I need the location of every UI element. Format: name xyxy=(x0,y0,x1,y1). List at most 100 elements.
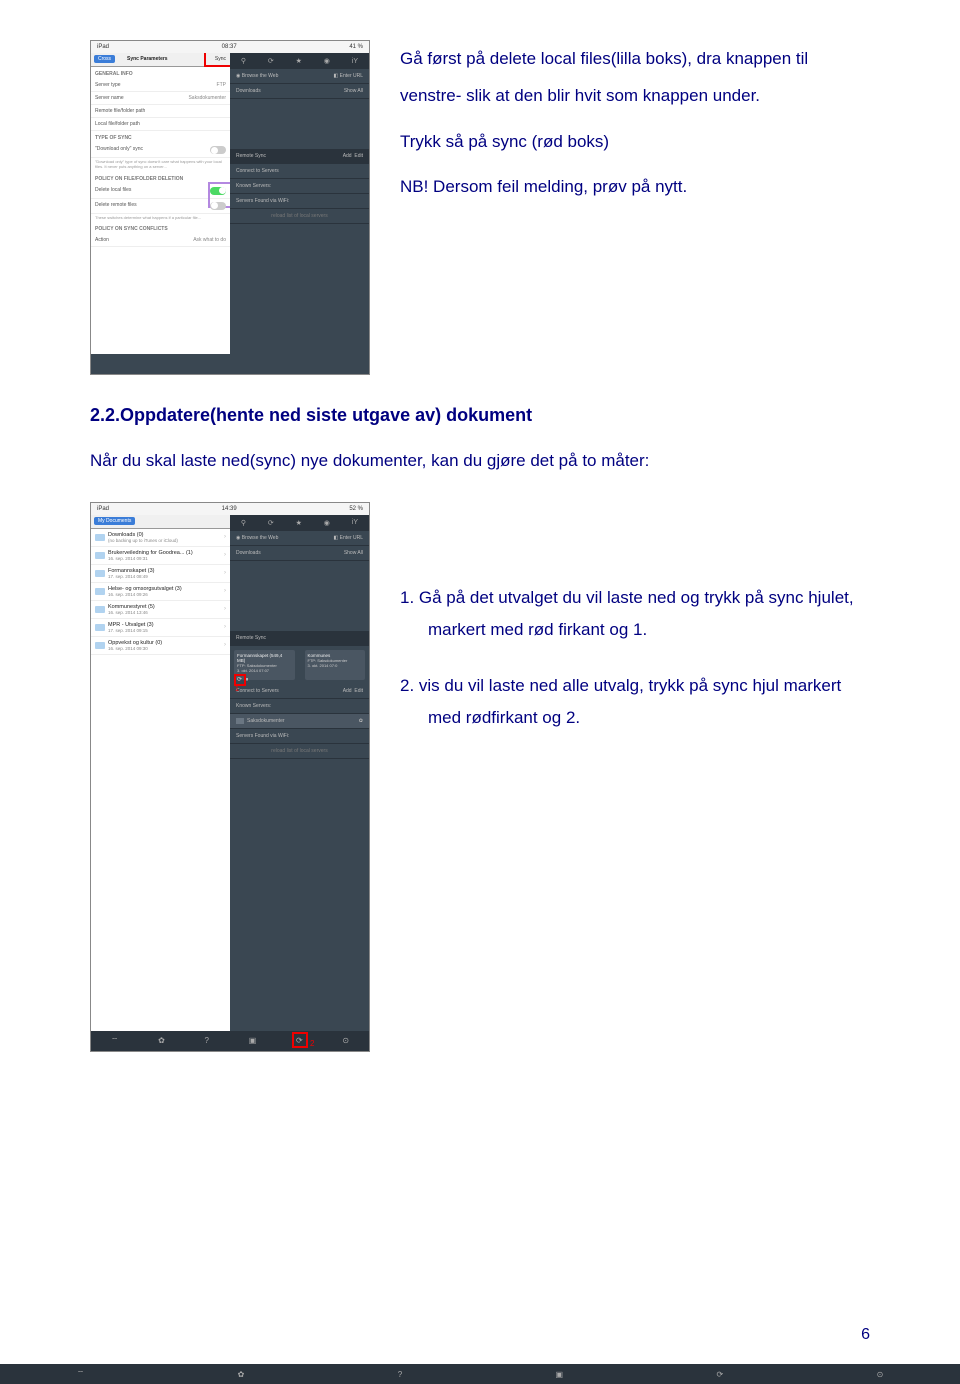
sync-tile-2[interactable]: Kommunes FTP: Saksdokumenter 3. okt. 201… xyxy=(305,650,366,680)
reload-label: reload list of local servers xyxy=(271,213,327,219)
remote-sync-label: Remote Sync xyxy=(236,153,266,159)
connect-servers-row-2[interactable]: Connect to Servers Add Edit xyxy=(230,684,369,699)
settings-icon[interactable]: iY xyxy=(352,519,358,526)
list-item[interactable]: Oppvekst og kultur (0) 16. sep. 2014 09:… xyxy=(91,637,230,655)
tile-sync-icon[interactable]: ⟳ xyxy=(237,677,244,683)
chevron-right-icon: › xyxy=(224,606,226,612)
wifi-icon[interactable]: ⌔ xyxy=(111,1036,119,1046)
sync-tile-1[interactable]: Formannskapet (549,4 MB) FTP: Saksdokume… xyxy=(234,650,295,680)
delete-remote-label: Delete remote files xyxy=(95,202,137,210)
reload-row-2[interactable]: reload list of local servers xyxy=(230,744,369,759)
refresh-icon-2[interactable]: ⟳ 2 xyxy=(296,1036,303,1045)
sync-icon[interactable]: ⟳ xyxy=(268,519,274,527)
search-icon[interactable]: ⚲ xyxy=(241,519,246,527)
connect-servers-row[interactable]: Connect to Servers xyxy=(230,164,369,179)
policy-conflicts-header: POLICY ON SYNC CONFLICTS xyxy=(91,222,230,234)
connect-servers-label: Connect to Servers xyxy=(236,168,279,174)
cross-button[interactable]: Cross xyxy=(94,55,115,63)
browse-label: Browse the Web xyxy=(242,73,279,79)
chevron-right-icon: › xyxy=(224,570,226,576)
edit-label[interactable]: Edit xyxy=(354,153,363,159)
download-only-switch[interactable] xyxy=(210,146,226,154)
star-icon[interactable]: ★ xyxy=(296,519,302,527)
gear-icon[interactable]: ✿ xyxy=(238,1370,245,1379)
remote-path-row[interactable]: Remote file/folder path xyxy=(91,105,230,118)
page-number: 6 xyxy=(861,1326,870,1344)
edit-label-2[interactable]: Edit xyxy=(354,688,363,694)
downloads-item[interactable]: Downloads (0) (no backing up to iTunes o… xyxy=(91,529,230,547)
known-servers-label: Known Servers: xyxy=(236,183,271,189)
remote-path-label: Remote file/folder path xyxy=(95,108,145,114)
server-type-value: FTP xyxy=(217,82,226,88)
download-only-row[interactable]: "Download only" sync xyxy=(91,143,230,158)
reload-row[interactable]: reload list of local servers xyxy=(230,209,369,224)
local-path-row[interactable]: Local file/folder path xyxy=(91,118,230,131)
remote-sync-header-2: Remote Sync xyxy=(230,631,369,646)
browse-row[interactable]: ◉ Browse the Web ◧ Enter URL xyxy=(230,69,369,84)
book-icon[interactable]: ▣ xyxy=(249,1036,257,1045)
delete-remote-switch[interactable] xyxy=(210,202,226,210)
globe-icon[interactable]: ◉ xyxy=(324,57,330,65)
list-item[interactable]: MPR - Utvalget (3) 17. sep. 2014 09:15 › xyxy=(91,619,230,637)
download-only-label: "Download only" sync xyxy=(95,146,143,154)
wifi-icon[interactable]: ⌔ xyxy=(77,1369,85,1379)
help-icon[interactable]: ? xyxy=(398,1370,402,1379)
saksdok-row[interactable]: Saksdokumenter ✿ xyxy=(230,714,369,729)
item-sub: 17. sep. 2014 08:49 xyxy=(108,574,224,579)
browse-label-2: Browse the Web xyxy=(242,535,279,541)
list-item[interactable]: Kommunestyret (5) 16. sep. 2014 13:46 › xyxy=(91,601,230,619)
list-item[interactable]: Helse- og omsorgsutvalget (3) 16. sep. 2… xyxy=(91,583,230,601)
saksdok-label: Saksdokumenter xyxy=(247,718,285,724)
servers-found-row: Servers Found via WiFi: xyxy=(230,194,369,209)
action-row[interactable]: Action Ask what to do xyxy=(91,234,230,247)
server-name-row[interactable]: Server name Saksdokumenter xyxy=(91,92,230,105)
refresh-icon[interactable]: ⟳ xyxy=(717,1370,724,1379)
right-dark-panel-2: ⚲ ⟳ ★ ◉ iY ◉ Browse the Web ◧ Enter URL … xyxy=(230,515,369,1031)
add-label[interactable]: Add xyxy=(343,153,352,159)
statusbar-left-2: iPad xyxy=(97,506,109,512)
my-documents-button[interactable]: My Documents xyxy=(94,517,135,525)
more-icon[interactable]: ⊙ xyxy=(877,1370,884,1379)
folder-icon xyxy=(95,588,105,595)
downloads-row[interactable]: Downloads Show All xyxy=(230,84,369,99)
marker-1: 1 xyxy=(235,686,239,693)
folder-icon xyxy=(95,642,105,649)
settings-icon[interactable]: iY xyxy=(352,58,358,65)
help-icon[interactable]: ? xyxy=(205,1036,209,1045)
sync-form-panel: Cross Sync Parameters Sync GENERAL INFO … xyxy=(91,53,230,354)
server-type-row[interactable]: Server type FTP xyxy=(91,79,230,92)
known-servers-row: Known Servers: xyxy=(230,179,369,194)
chevron-right-icon: › xyxy=(224,534,226,540)
book-icon[interactable]: ▣ xyxy=(556,1370,564,1379)
sync-icon[interactable]: ⟳ xyxy=(268,57,274,65)
delete-local-row[interactable]: Delete local files xyxy=(91,184,230,199)
downloads-row-2[interactable]: Downloads Show All xyxy=(230,546,369,561)
star-icon[interactable]: ★ xyxy=(296,57,302,65)
downloads-label-2: Downloads xyxy=(236,550,261,556)
enterurl-label: Enter URL xyxy=(340,73,363,79)
globe-icon[interactable]: ◉ xyxy=(324,519,330,527)
section-subtext: Når du skal laste ned(sync) nye dokument… xyxy=(90,446,870,477)
tile2-date: 3. okt. 2014 07:0 xyxy=(308,663,363,668)
sync-params-title: Sync Parameters xyxy=(127,56,168,62)
statusbar-left: iPad xyxy=(97,44,109,50)
type-of-sync-header: TYPE OF SYNC xyxy=(91,131,230,143)
action-label: Action xyxy=(95,237,109,243)
known-servers-row-2: Known Servers: xyxy=(230,699,369,714)
list-item[interactable]: Formannskapet (3) 17. sep. 2014 08:49 › xyxy=(91,565,230,583)
add-label-2[interactable]: Add xyxy=(343,688,352,694)
more-icon[interactable]: ⊙ xyxy=(342,1036,349,1045)
gear-icon[interactable]: ✿ xyxy=(158,1036,165,1045)
server-gear-icon[interactable]: ✿ xyxy=(359,718,363,724)
para-3: NB! Dersom feil melding, prøv på nytt. xyxy=(400,168,870,205)
browse-row-2[interactable]: ◉ Browse the Web ◧ Enter URL xyxy=(230,531,369,546)
action-value: Ask what to do xyxy=(193,237,226,243)
list-item[interactable]: Brukerveiledning for Goodrea... (1) 16. … xyxy=(91,547,230,565)
chevron-right-icon: › xyxy=(224,642,226,648)
general-info-header: GENERAL INFO xyxy=(91,67,230,79)
search-icon[interactable]: ⚲ xyxy=(241,57,246,65)
showall-label-2: Show All xyxy=(344,550,363,556)
server-name-value: Saksdokumenter xyxy=(188,95,226,101)
bottom-toolbar-2: ⌔ ✿ ? ▣ ⟳ 2 ⊙ xyxy=(91,1031,369,1051)
instructions-list: 1. Gå på det utvalget du vil laste ned o… xyxy=(400,502,870,759)
